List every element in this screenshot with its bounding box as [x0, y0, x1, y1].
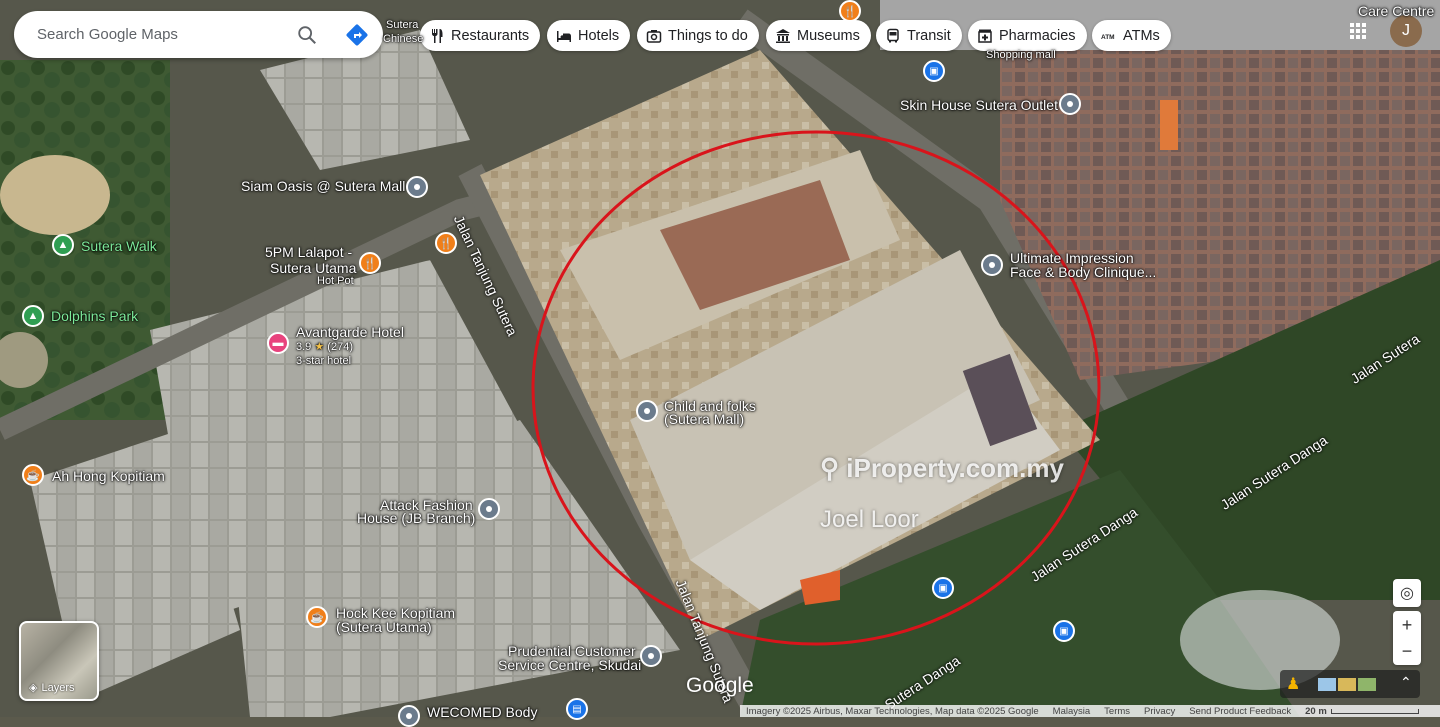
park-pin-dolphins-park[interactable]: ▲ [22, 305, 44, 327]
museum-icon [776, 28, 790, 43]
place-label-ultimate-2[interactable]: Face & Body Clinique... [1010, 265, 1156, 279]
restaurant-pin-top[interactable]: 🍴 [839, 0, 861, 22]
place-label-sutera-walk[interactable]: Sutera Walk [81, 239, 157, 253]
fork-knife-icon [432, 28, 443, 43]
place-pin-attack-fashion[interactable] [478, 498, 500, 520]
place-label-lalapot-2[interactable]: Sutera Utama [270, 261, 356, 275]
restaurant-pin-lalapot[interactable]: 🍴 [359, 252, 381, 274]
search-box[interactable]: Search Google Maps [14, 11, 383, 58]
satellite-map[interactable] [0, 0, 1440, 717]
place-label-skin-house[interactable]: Skin House Sutera Outlet [900, 98, 1058, 112]
chip-atms[interactable]: ATM ATMs [1092, 20, 1171, 51]
avantgarde-type: 3-star hotel [296, 355, 352, 367]
directions-icon[interactable] [345, 23, 369, 47]
pharmacy-icon [978, 29, 992, 43]
zoom-controls: + − [1393, 611, 1421, 665]
cafe-pin-hock-kee[interactable]: ☕ [306, 606, 328, 628]
watermark-agent: Joel Loor [820, 506, 919, 533]
place-label-avantgarde[interactable]: Avantgarde Hotel [296, 325, 404, 339]
google-logo: Google [686, 674, 754, 697]
imagery-thumbnail-3[interactable] [1358, 678, 1376, 691]
scale-bar [1330, 708, 1419, 714]
place-label-hock-kee-2[interactable]: (Sutera Utama) [336, 620, 432, 634]
svg-text:ATM: ATM [1101, 34, 1115, 41]
zoom-in-button[interactable]: + [1402, 612, 1413, 638]
place-label-chinese[interactable]: Chinese [383, 33, 423, 45]
search-icon[interactable] [296, 24, 318, 46]
cafe-pin-ah-hong[interactable]: ☕ [22, 464, 44, 486]
transit-pin-3[interactable]: ▣ [1053, 620, 1075, 642]
place-label-ah-hong[interactable]: Ah Hong Kopitiam [52, 469, 165, 483]
scale-label[interactable]: 20 m [1291, 706, 1327, 717]
terms-link[interactable]: Terms [1090, 706, 1130, 717]
place-label-care-centre[interactable]: Care Centre [1358, 4, 1434, 18]
place-label-attack-fashion-2[interactable]: House (JB Branch) [357, 511, 475, 525]
apps-grid-icon[interactable] [1349, 22, 1367, 40]
imagery-thumbnail-2[interactable] [1338, 678, 1356, 691]
layers-button[interactable]: ◈ Layers [19, 621, 99, 701]
hotel-pin-avantgarde[interactable]: ▬ [267, 332, 289, 354]
chip-restaurants[interactable]: Restaurants [420, 20, 541, 51]
place-label-sutera[interactable]: Sutera [386, 19, 418, 31]
location-pin-icon: ⚲ [820, 453, 840, 483]
chip-museums[interactable]: Museums [766, 20, 871, 51]
expand-icon[interactable]: ⌃ [1400, 674, 1412, 691]
avantgarde-rating: 3.9 ★ (274) [296, 341, 353, 353]
layers-icon: ◈ [29, 682, 38, 694]
place-label-dolphins-park[interactable]: Dolphins Park [51, 309, 138, 323]
place-label-shopping-mall: Shopping mall [986, 49, 1056, 61]
feedback-link[interactable]: Send Product Feedback [1175, 706, 1291, 717]
place-label-wecomed[interactable]: WECOMED Body [427, 705, 537, 719]
imagery-thumbnail-1[interactable] [1318, 678, 1336, 691]
place-label-prudential-2[interactable]: Service Centre, Skudai [498, 658, 641, 672]
bus-icon [887, 28, 899, 42]
camera-icon [646, 29, 662, 43]
star-icon: ★ [314, 341, 325, 353]
chip-hotels[interactable]: Hotels [547, 20, 631, 51]
chip-transit[interactable]: Transit [876, 20, 962, 51]
my-location-button[interactable]: ◎ [1393, 579, 1421, 607]
attribution-text: Imagery ©2025 Airbus, Maxar Technologies… [746, 705, 1039, 717]
place-pin-wecomed[interactable] [398, 705, 420, 727]
bed-icon [557, 30, 571, 42]
pegman-icon[interactable]: ♟ [1286, 674, 1300, 694]
place-pin-ultimate[interactable] [981, 254, 1003, 276]
review-count: (274) [327, 341, 353, 353]
street-view-bar[interactable]: ♟ ⌃ [1280, 670, 1420, 698]
place-pin-skin-house[interactable] [1059, 93, 1081, 115]
park-pin-sutera-walk[interactable]: ▲ [52, 234, 74, 256]
restaurant-pin[interactable]: 🍴 [435, 232, 457, 254]
watermark-site: ⚲ iProperty.com.my [820, 453, 1064, 483]
my-location-icon: ◎ [1400, 585, 1414, 602]
zoom-out-button[interactable]: − [1402, 638, 1413, 664]
chip-pharmacies[interactable]: Pharmacies [968, 20, 1087, 51]
place-label-siam-oasis[interactable]: Siam Oasis @ Sutera Mall [241, 179, 405, 193]
place-label-child-folks-2[interactable]: (Sutera Mall) [664, 412, 744, 426]
place-pin-child-folks[interactable] [636, 400, 658, 422]
search-input[interactable]: Search Google Maps [37, 26, 178, 43]
place-pin-siam-oasis[interactable] [406, 176, 428, 198]
rating-value: 3.9 [296, 341, 312, 353]
chip-things-to-do[interactable]: Things to do [637, 20, 759, 51]
transit-pin-1[interactable]: ▣ [923, 60, 945, 82]
account-avatar[interactable]: J [1390, 15, 1422, 47]
place-pin-prudential[interactable] [640, 645, 662, 667]
attribution-bar: Imagery ©2025 Airbus, Maxar Technologies… [740, 705, 1440, 717]
place-label-lalapot[interactable]: 5PM Lalapot - [265, 245, 352, 259]
transit-pin-2[interactable]: ▣ [932, 577, 954, 599]
privacy-link[interactable]: Privacy [1130, 706, 1175, 717]
atm-icon: ATM [1101, 34, 1115, 41]
place-label-lalapot-type: Hot Pot [317, 275, 354, 287]
country-label: Malaysia [1052, 705, 1091, 717]
